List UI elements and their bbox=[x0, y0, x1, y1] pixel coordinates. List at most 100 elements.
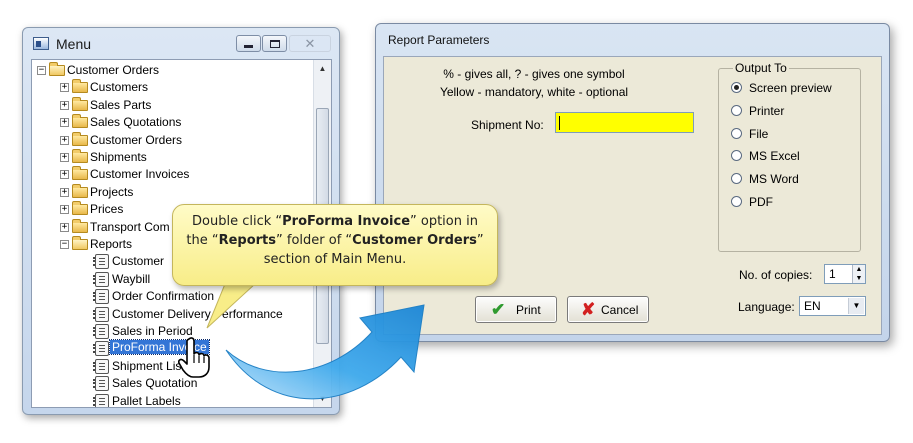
tree-item-label[interactable]: Sales Parts bbox=[90, 98, 151, 112]
folder-icon bbox=[72, 79, 88, 94]
expand-icon[interactable]: + bbox=[60, 135, 69, 145]
spinner-buttons: ▲ ▼ bbox=[852, 265, 865, 283]
tree-item-label[interactable]: Transport Com bbox=[90, 220, 170, 234]
folder-icon bbox=[72, 166, 88, 181]
shipment-no-input[interactable] bbox=[555, 112, 694, 133]
report-icon bbox=[93, 324, 109, 339]
minimize-icon bbox=[244, 45, 253, 48]
menu-titlebar[interactable]: Menu ✕ bbox=[23, 28, 339, 58]
x-icon: ✘ bbox=[581, 300, 596, 319]
cancel-button-label: Cancel bbox=[601, 303, 639, 317]
spin-up-icon[interactable]: ▲ bbox=[853, 265, 865, 274]
close-button[interactable]: ✕ bbox=[289, 35, 331, 52]
tree-item-label[interactable]: Sales Quotations bbox=[90, 115, 181, 129]
radio-button[interactable] bbox=[731, 104, 742, 116]
report-icon bbox=[93, 393, 109, 407]
expand-icon[interactable]: + bbox=[60, 205, 69, 215]
folder-icon bbox=[72, 218, 88, 233]
tree-folder-item[interactable]: + Customer Invoices bbox=[60, 166, 300, 183]
callout-emphasis: Reports bbox=[218, 233, 277, 248]
callout-emphasis: ProForma Invoice bbox=[282, 214, 411, 229]
language-value: EN bbox=[804, 299, 821, 313]
expand-icon[interactable]: + bbox=[60, 170, 69, 180]
language-label: Language: bbox=[738, 300, 795, 314]
tree-report-item[interactable]: Customer Delivery Performance bbox=[82, 306, 322, 323]
radio-label: MS Excel bbox=[749, 149, 800, 164]
tree-folder-item[interactable]: + Customers bbox=[60, 79, 300, 96]
instruction-callout: Double click “ProForma Invoice” option i… bbox=[172, 204, 498, 286]
folder-icon bbox=[72, 149, 88, 163]
checkmark-icon: ✔ bbox=[491, 300, 506, 319]
hint-field-colors: Yellow - mandatory, white - optional bbox=[439, 85, 629, 99]
copies-value[interactable]: 1 bbox=[829, 267, 836, 281]
collapse-icon[interactable]: − bbox=[60, 240, 69, 249]
report-window-title: Report Parameters bbox=[388, 33, 490, 47]
radio-button[interactable] bbox=[731, 173, 742, 185]
expand-icon[interactable]: + bbox=[60, 118, 69, 128]
radio-label: Screen preview bbox=[749, 81, 832, 95]
tree-item-label[interactable]: Customer Invoices bbox=[90, 167, 189, 181]
scroll-down-arrow-icon[interactable]: ▼ bbox=[314, 390, 331, 407]
radio-label: File bbox=[749, 126, 769, 141]
tree-item-label[interactable]: Pallet Labels bbox=[112, 394, 181, 407]
tree-item-label[interactable]: Prices bbox=[90, 202, 123, 216]
radio-label: MS Word bbox=[749, 172, 799, 187]
tree-folder-item[interactable]: + Sales Quotations bbox=[60, 114, 300, 131]
tree-item-label[interactable]: Shipments bbox=[90, 150, 147, 164]
tree-report-item[interactable]: Pallet Labels bbox=[82, 393, 322, 407]
tree-item-label[interactable]: Order Confirmation bbox=[112, 289, 214, 303]
minimize-button[interactable] bbox=[236, 35, 261, 52]
tree-folder-item[interactable]: + Projects bbox=[60, 183, 300, 201]
radio-button[interactable] bbox=[731, 196, 742, 207]
expand-icon[interactable]: + bbox=[60, 187, 69, 197]
radio-button[interactable] bbox=[731, 127, 742, 139]
report-icon bbox=[93, 341, 109, 357]
folder-icon bbox=[72, 201, 88, 216]
expand-icon[interactable]: + bbox=[60, 222, 69, 232]
tree-item-label[interactable]: Reports bbox=[90, 237, 132, 251]
collapse-icon[interactable]: − bbox=[37, 66, 46, 75]
cancel-button[interactable]: ✘ Cancel bbox=[567, 296, 649, 323]
expand-icon[interactable]: + bbox=[60, 153, 69, 162]
folder-icon bbox=[49, 62, 65, 76]
expand-icon[interactable]: + bbox=[60, 83, 69, 93]
spin-down-icon[interactable]: ▼ bbox=[853, 274, 865, 283]
tree-item-label[interactable]: Customer Orders bbox=[90, 133, 182, 147]
maximize-button[interactable] bbox=[262, 35, 287, 52]
hint-wildcards: % - gives all, ? - gives one symbol bbox=[443, 67, 625, 81]
menu-window-title: Menu bbox=[56, 36, 92, 52]
radio-label: Printer bbox=[749, 103, 785, 118]
tree-item-label[interactable]: Sales in Period bbox=[112, 324, 193, 338]
tree-folder-item[interactable]: − Customer Orders bbox=[37, 62, 277, 79]
tree-item-label[interactable]: Waybill bbox=[112, 272, 150, 286]
tree-item-label[interactable]: Customer bbox=[112, 254, 164, 268]
folder-icon bbox=[72, 131, 88, 146]
print-button[interactable]: ✔ Print bbox=[475, 296, 557, 323]
callout-emphasis: Customer Orders bbox=[352, 233, 477, 248]
folder-icon bbox=[72, 183, 88, 198]
tree-report-item[interactable]: Order Confirmation bbox=[82, 288, 322, 305]
tree-folder-item[interactable]: + Customer Orders bbox=[60, 131, 300, 149]
folder-icon bbox=[72, 236, 88, 250]
tree-folder-item[interactable]: + Shipments bbox=[60, 149, 300, 166]
print-button-label: Print bbox=[516, 303, 541, 317]
tree-item-label[interactable]: Customers bbox=[90, 80, 148, 94]
output-to-group: Output To Screen preview Printer File MS Ex… bbox=[718, 61, 861, 252]
radio-label: PDF bbox=[749, 195, 773, 209]
tree-folder-item[interactable]: + Sales Parts bbox=[60, 96, 300, 114]
scroll-up-arrow-icon[interactable]: ▲ bbox=[314, 60, 331, 77]
language-dropdown[interactable]: EN ▼ bbox=[799, 296, 866, 316]
report-icon bbox=[93, 289, 109, 305]
radio-button[interactable] bbox=[731, 82, 742, 93]
tree-item-label[interactable]: Customer Orders bbox=[67, 63, 159, 77]
expand-icon[interactable]: + bbox=[60, 100, 69, 110]
tree-item-label[interactable]: Customer Delivery Performance bbox=[112, 307, 283, 321]
tree-item-label[interactable]: Shipment List bbox=[112, 359, 185, 373]
chevron-down-icon[interactable]: ▼ bbox=[848, 298, 864, 314]
text-caret bbox=[559, 116, 560, 130]
copies-spinner[interactable]: 1 ▲ ▼ bbox=[824, 264, 866, 284]
copies-label: No. of copies: bbox=[739, 268, 813, 282]
radio-button[interactable] bbox=[731, 150, 742, 162]
tree-item-label[interactable]: Projects bbox=[90, 185, 133, 199]
app-icon bbox=[33, 37, 49, 50]
